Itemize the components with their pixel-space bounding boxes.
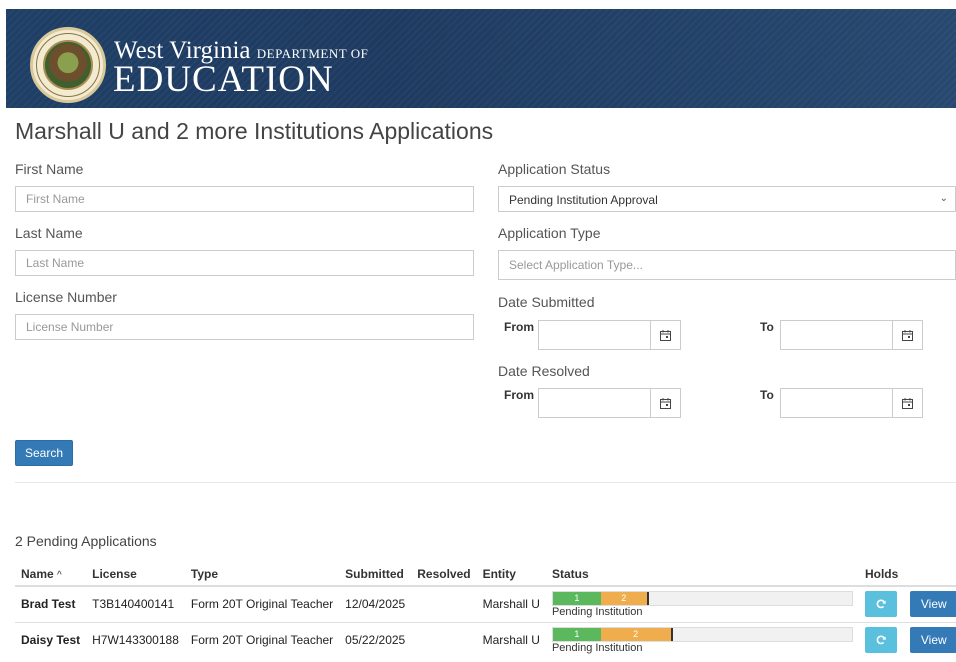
calendar-icon xyxy=(902,329,913,341)
section-divider xyxy=(15,482,956,483)
license-cell: T3B140400141 xyxy=(86,585,185,622)
application-status-label: Application Status xyxy=(498,161,611,177)
col-entity-header[interactable]: Entity xyxy=(476,562,546,587)
col-holds-header[interactable]: Holds xyxy=(858,562,905,587)
entity-cell: Marshall U xyxy=(476,585,546,622)
state-seal-logo xyxy=(30,27,106,103)
calendar-icon xyxy=(902,397,913,409)
refresh-icon xyxy=(876,635,886,645)
resolved-from-label: From xyxy=(504,388,534,402)
application-status-value: Pending Institution Approval xyxy=(509,193,658,207)
submitted-to-label: To xyxy=(760,320,774,334)
chevron-down-icon: ⌄ xyxy=(939,193,948,204)
license-number-input[interactable] xyxy=(15,314,474,340)
status-progress-bar: 1 2 xyxy=(551,590,853,606)
search-button[interactable]: Search xyxy=(15,440,73,466)
submitted-to-calendar-button[interactable] xyxy=(892,320,923,350)
submitted-from-label: From xyxy=(504,320,534,334)
view-button[interactable]: View xyxy=(910,591,956,618)
resolved-from-input[interactable] xyxy=(538,388,651,418)
view-button[interactable]: View xyxy=(910,627,956,654)
col-resolved-header[interactable]: Resolved xyxy=(411,562,477,587)
holds-cell xyxy=(858,585,905,622)
pending-applications-title: 2 Pending Applications xyxy=(15,533,157,549)
actions-cell: View xyxy=(904,621,956,658)
first-name-label: First Name xyxy=(15,161,84,177)
resolved-cell xyxy=(411,585,477,622)
submitted-cell: 05/22/2025 xyxy=(339,621,412,658)
submitted-to-input[interactable] xyxy=(780,320,893,350)
calendar-icon xyxy=(660,329,671,341)
first-name-input[interactable] xyxy=(15,186,474,212)
refresh-holds-button[interactable] xyxy=(864,627,897,654)
type-cell: Form 20T Original Teacher xyxy=(184,585,340,622)
application-type-input[interactable] xyxy=(498,250,956,280)
table-row: Daisy Test H7W143300188 Form 20T Origina… xyxy=(15,621,956,658)
table-row: Brad Test T3B140400141 Form 20T Original… xyxy=(15,585,956,622)
col-type-header[interactable]: Type xyxy=(184,562,340,587)
header-banner: West Virginia DEPARTMENT OF EDUCATION xyxy=(6,9,956,108)
license-number-label: License Number xyxy=(15,289,117,305)
submitted-from-input[interactable] xyxy=(538,320,651,350)
status-cell: 1 2 Pending Institution xyxy=(545,585,859,622)
calendar-icon xyxy=(660,397,671,409)
seal-emblem xyxy=(43,40,93,90)
entity-cell: Marshall U xyxy=(476,621,546,658)
applicant-name: Daisy Test xyxy=(15,621,87,658)
applicant-name: Brad Test xyxy=(15,585,87,622)
page-title: Marshall U and 2 more Institutions Appli… xyxy=(15,118,494,144)
table-header-row: Name ^ License Type Submitted Resolved E… xyxy=(15,562,956,587)
application-status-select[interactable]: Pending Institution Approval ⌄ xyxy=(498,186,956,212)
status-text: Pending Institution xyxy=(551,605,643,618)
refresh-holds-button[interactable] xyxy=(864,591,897,618)
col-status-header[interactable]: Status xyxy=(545,562,859,587)
sort-asc-icon: ^ xyxy=(57,569,62,581)
applications-table: Name ^ License Type Submitted Resolved E… xyxy=(15,562,956,658)
resolved-from-calendar-button[interactable] xyxy=(650,388,681,418)
col-name-header[interactable]: Name ^ xyxy=(15,562,87,587)
resolved-to-calendar-button[interactable] xyxy=(892,388,923,418)
progress-step-1: 1 xyxy=(552,591,601,605)
type-cell: Form 20T Original Teacher xyxy=(184,621,340,658)
col-actions-header xyxy=(904,562,956,587)
progress-step-2: 2 xyxy=(600,627,673,641)
last-name-input[interactable] xyxy=(15,250,474,276)
date-submitted-label: Date Submitted xyxy=(498,294,595,310)
status-text: Pending Institution xyxy=(551,641,643,654)
last-name-label: Last Name xyxy=(15,225,83,241)
progress-step-1: 1 xyxy=(552,627,601,641)
resolved-cell xyxy=(411,621,477,658)
submitted-cell: 12/04/2025 xyxy=(339,585,412,622)
resolved-to-label: To xyxy=(760,388,774,402)
col-submitted-header[interactable]: Submitted xyxy=(339,562,412,587)
refresh-icon xyxy=(876,599,886,609)
resolved-to-input[interactable] xyxy=(780,388,893,418)
status-cell: 1 2 Pending Institution xyxy=(545,621,859,658)
progress-step-2: 2 xyxy=(600,591,649,605)
col-license-header[interactable]: License xyxy=(86,562,185,587)
brand-education-text: EDUCATION xyxy=(113,59,334,100)
date-resolved-label: Date Resolved xyxy=(498,363,590,379)
submitted-from-calendar-button[interactable] xyxy=(650,320,681,350)
status-progress-bar: 1 2 xyxy=(551,626,853,642)
application-type-label: Application Type xyxy=(498,225,601,241)
license-cell: H7W143300188 xyxy=(86,621,185,658)
holds-cell xyxy=(858,621,905,658)
actions-cell: View xyxy=(904,585,956,622)
